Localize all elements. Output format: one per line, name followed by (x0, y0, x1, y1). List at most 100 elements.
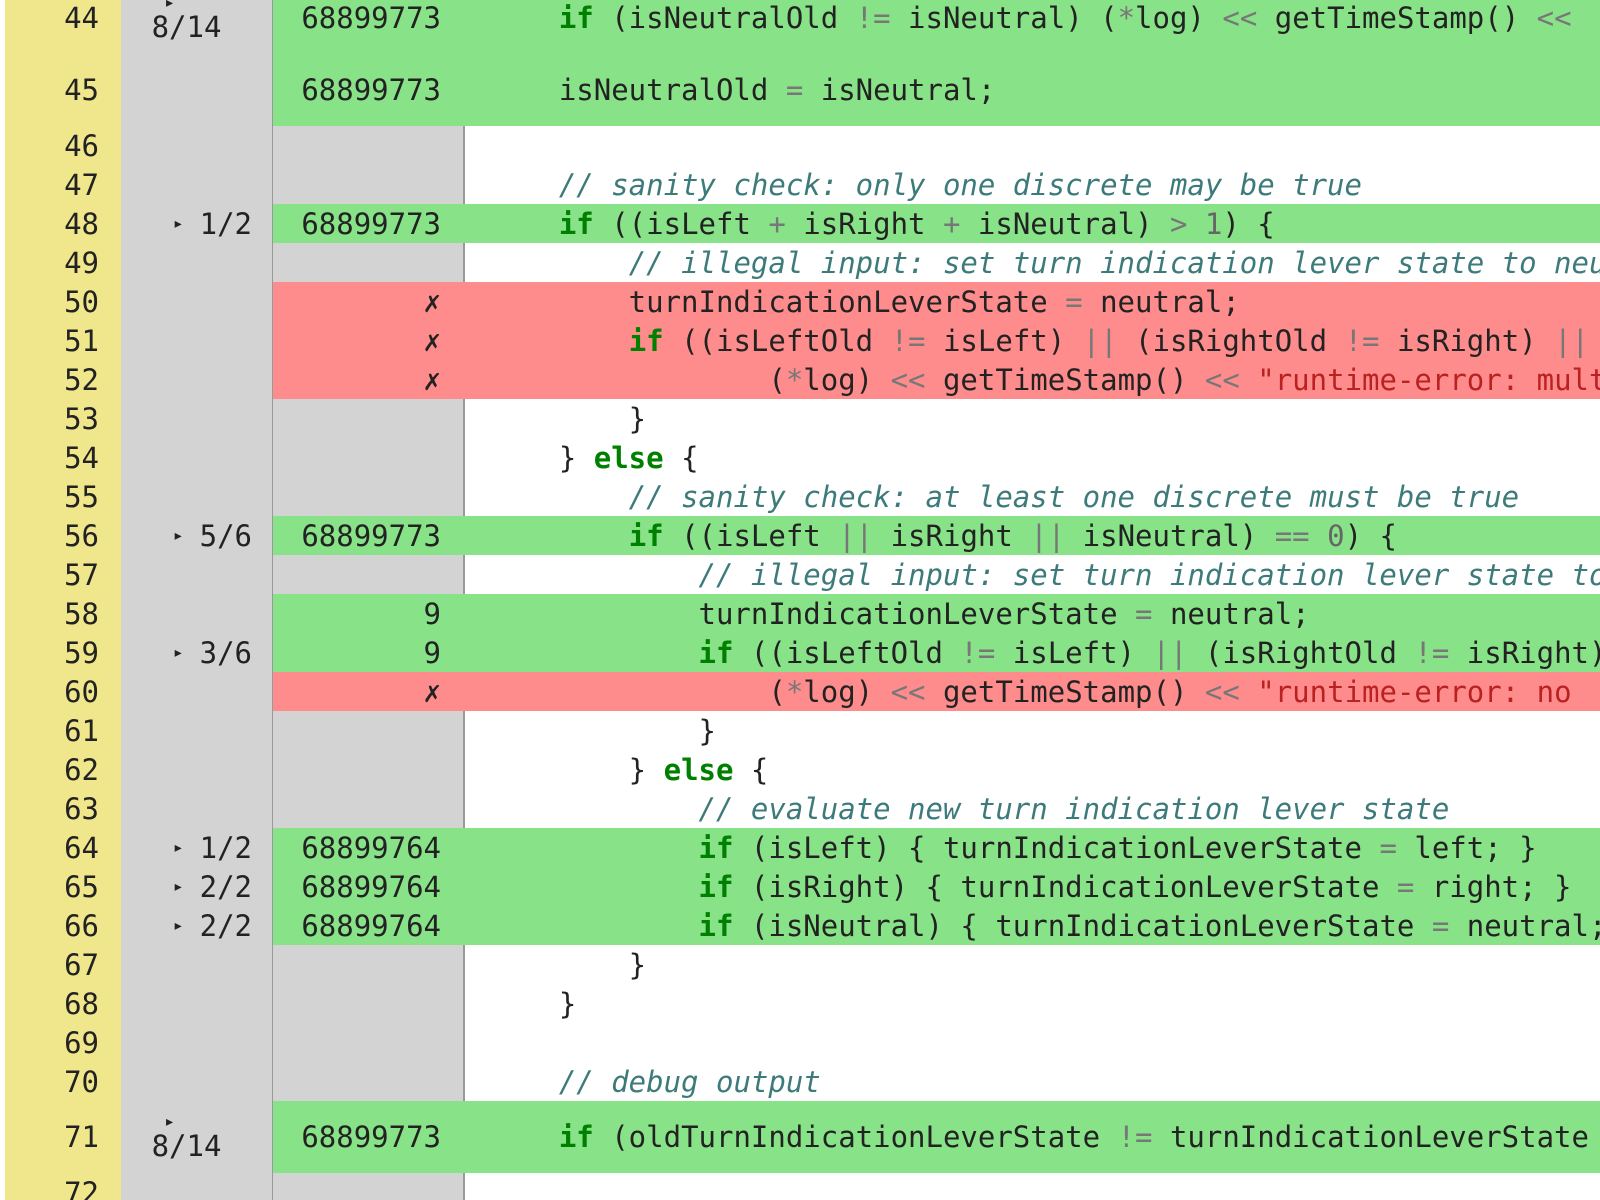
source-line-row: 62 } else { (0, 750, 1600, 789)
source-code: // illegal input: set turn indication le… (465, 555, 1600, 594)
source-code: if (isNeutral) { turnIndicationLeverStat… (465, 906, 1600, 945)
line-number: 49 (64, 245, 99, 280)
hit-count (273, 711, 465, 750)
code-text: (isRightOld (1187, 635, 1415, 670)
line-number: 44 (64, 1, 99, 35)
code-text: neutral; (1082, 284, 1240, 319)
code-text: { (733, 752, 769, 787)
line-number: 60 (64, 674, 99, 709)
source-code: turnIndicationLeverState = neutral; (465, 594, 1600, 633)
branch-coverage (121, 984, 252, 1023)
source-code: } (465, 984, 1600, 1023)
branch-coverage[interactable]: ▸ 2/2 (121, 867, 252, 906)
line-number: 53 (64, 401, 99, 436)
line-number: 46 (64, 128, 99, 163)
hit-count: 68899773 (273, 1101, 465, 1173)
source-line-row: 66 ▸ 2/2 68899764 if (isNeutral) { turnIndi… (0, 906, 1600, 945)
branch-expand-triangle-icon[interactable]: ▸ (173, 213, 184, 234)
source-code: isNeutralOld = isNeutral; (465, 54, 1600, 126)
branch-expand-triangle-icon[interactable]: ▸ (173, 837, 184, 858)
branch-coverage (121, 126, 252, 165)
code-text: ((isLeft (593, 206, 769, 241)
code-text: isNeutral) (1065, 518, 1275, 553)
hit-count (273, 945, 465, 984)
code-text: log) (803, 674, 891, 709)
source-code: // evaluate new turn indication lever st… (465, 789, 1600, 828)
branch-coverage (121, 945, 252, 984)
code-operator: > (1169, 206, 1188, 241)
source-line-row: 60 ✗ (* log) << getTimeStamp() << "runtime… (0, 672, 1600, 711)
line-number: 68 (64, 986, 99, 1021)
branch-coverage (121, 360, 252, 399)
code-operator: << (1204, 674, 1240, 709)
hit-count (273, 984, 465, 1023)
code-operator: != (1414, 635, 1450, 670)
line-number: 72 (64, 1175, 99, 1200)
code-operator: << (890, 362, 926, 397)
branch-coverage[interactable]: ▸ 8/14 (121, 1101, 252, 1173)
code-text: (isNeutral) { turnIndicationLeverState (733, 908, 1432, 943)
line-number: 47 (64, 167, 99, 202)
hit-count (273, 243, 465, 282)
code-text: ) { (1344, 518, 1397, 553)
branch-expand-triangle-icon[interactable]: ▸ (173, 642, 184, 663)
code-text: getTimeStamp() (925, 362, 1205, 397)
hit-count: 9 (273, 633, 465, 672)
code-operator: + (942, 206, 961, 241)
branch-coverage (121, 477, 252, 516)
hit-count: 9 (273, 594, 465, 633)
source-line-row: 44 ▸ 8/14 68899773 if (isNeutralOld != isNe… (0, 0, 1600, 54)
source-line-row: 48 ▸ 1/2 68899773 if ((isLeft + isRight + i… (0, 204, 1600, 243)
branch-coverage[interactable]: ▸ 1/2 (121, 828, 252, 867)
line-number: 63 (64, 791, 99, 826)
branch-coverage[interactable]: ▸ 5/6 (121, 516, 252, 555)
branch-coverage[interactable]: ▸ 1/2 (121, 204, 252, 243)
branch-coverage[interactable]: ▸ 2/2 (121, 906, 252, 945)
code-text: ) { (1222, 206, 1275, 241)
source-code: // sanity check: only one discrete may b… (465, 165, 1600, 204)
code-text: isLeft) (995, 635, 1153, 670)
branch-expand-triangle-icon[interactable]: ▸ (173, 525, 184, 546)
hit-count: 68899764 (273, 828, 465, 867)
branch-count: 2/2 (199, 908, 252, 943)
missed-cross-icon: ✗ (273, 321, 465, 360)
line-number: 61 (64, 713, 99, 748)
branch-count: 8/14 (151, 9, 222, 44)
code-text: } (489, 401, 647, 436)
line-number: 64 (64, 830, 99, 865)
code-operator: = (1396, 869, 1415, 904)
code-operator: != (960, 635, 996, 670)
source-code: if ((isLeft || isRight || isNeutral) == … (465, 516, 1600, 555)
code-text: isLeft) (925, 323, 1083, 358)
branch-expand-triangle-icon[interactable]: ▸ (173, 915, 184, 936)
code-text: } (489, 440, 594, 475)
code-keyword: if (698, 908, 734, 943)
source-code: if (isNeutralOld != isNeutral) (* log) <<… (465, 0, 1600, 54)
branch-coverage[interactable]: ▸ 8/14 (121, 0, 252, 54)
line-number: 67 (64, 947, 99, 982)
branch-coverage[interactable]: ▸ 3/6 (121, 633, 252, 672)
branch-coverage (121, 399, 252, 438)
line-number: 57 (64, 557, 99, 592)
code-text: ( (489, 362, 786, 397)
code-text: isNeutral; (803, 73, 996, 107)
code-text: isRight (785, 206, 943, 241)
code-comment: // illegal input: set turn indication le… (628, 245, 1600, 280)
source-code (465, 126, 1600, 165)
source-line-row: 63 // evaluate new turn indication lever… (0, 789, 1600, 828)
branch-expand-triangle-icon[interactable]: ▸ (173, 876, 184, 897)
code-keyword: if (558, 1120, 594, 1154)
branch-coverage (121, 1173, 252, 1200)
source-code: if ((isLeft + isRight + isNeutral) > 1) … (465, 204, 1600, 243)
code-operator: != (890, 323, 926, 358)
source-code: turnIndicationLeverState = neutral; (465, 282, 1600, 321)
line-number: 70 (64, 1064, 99, 1099)
